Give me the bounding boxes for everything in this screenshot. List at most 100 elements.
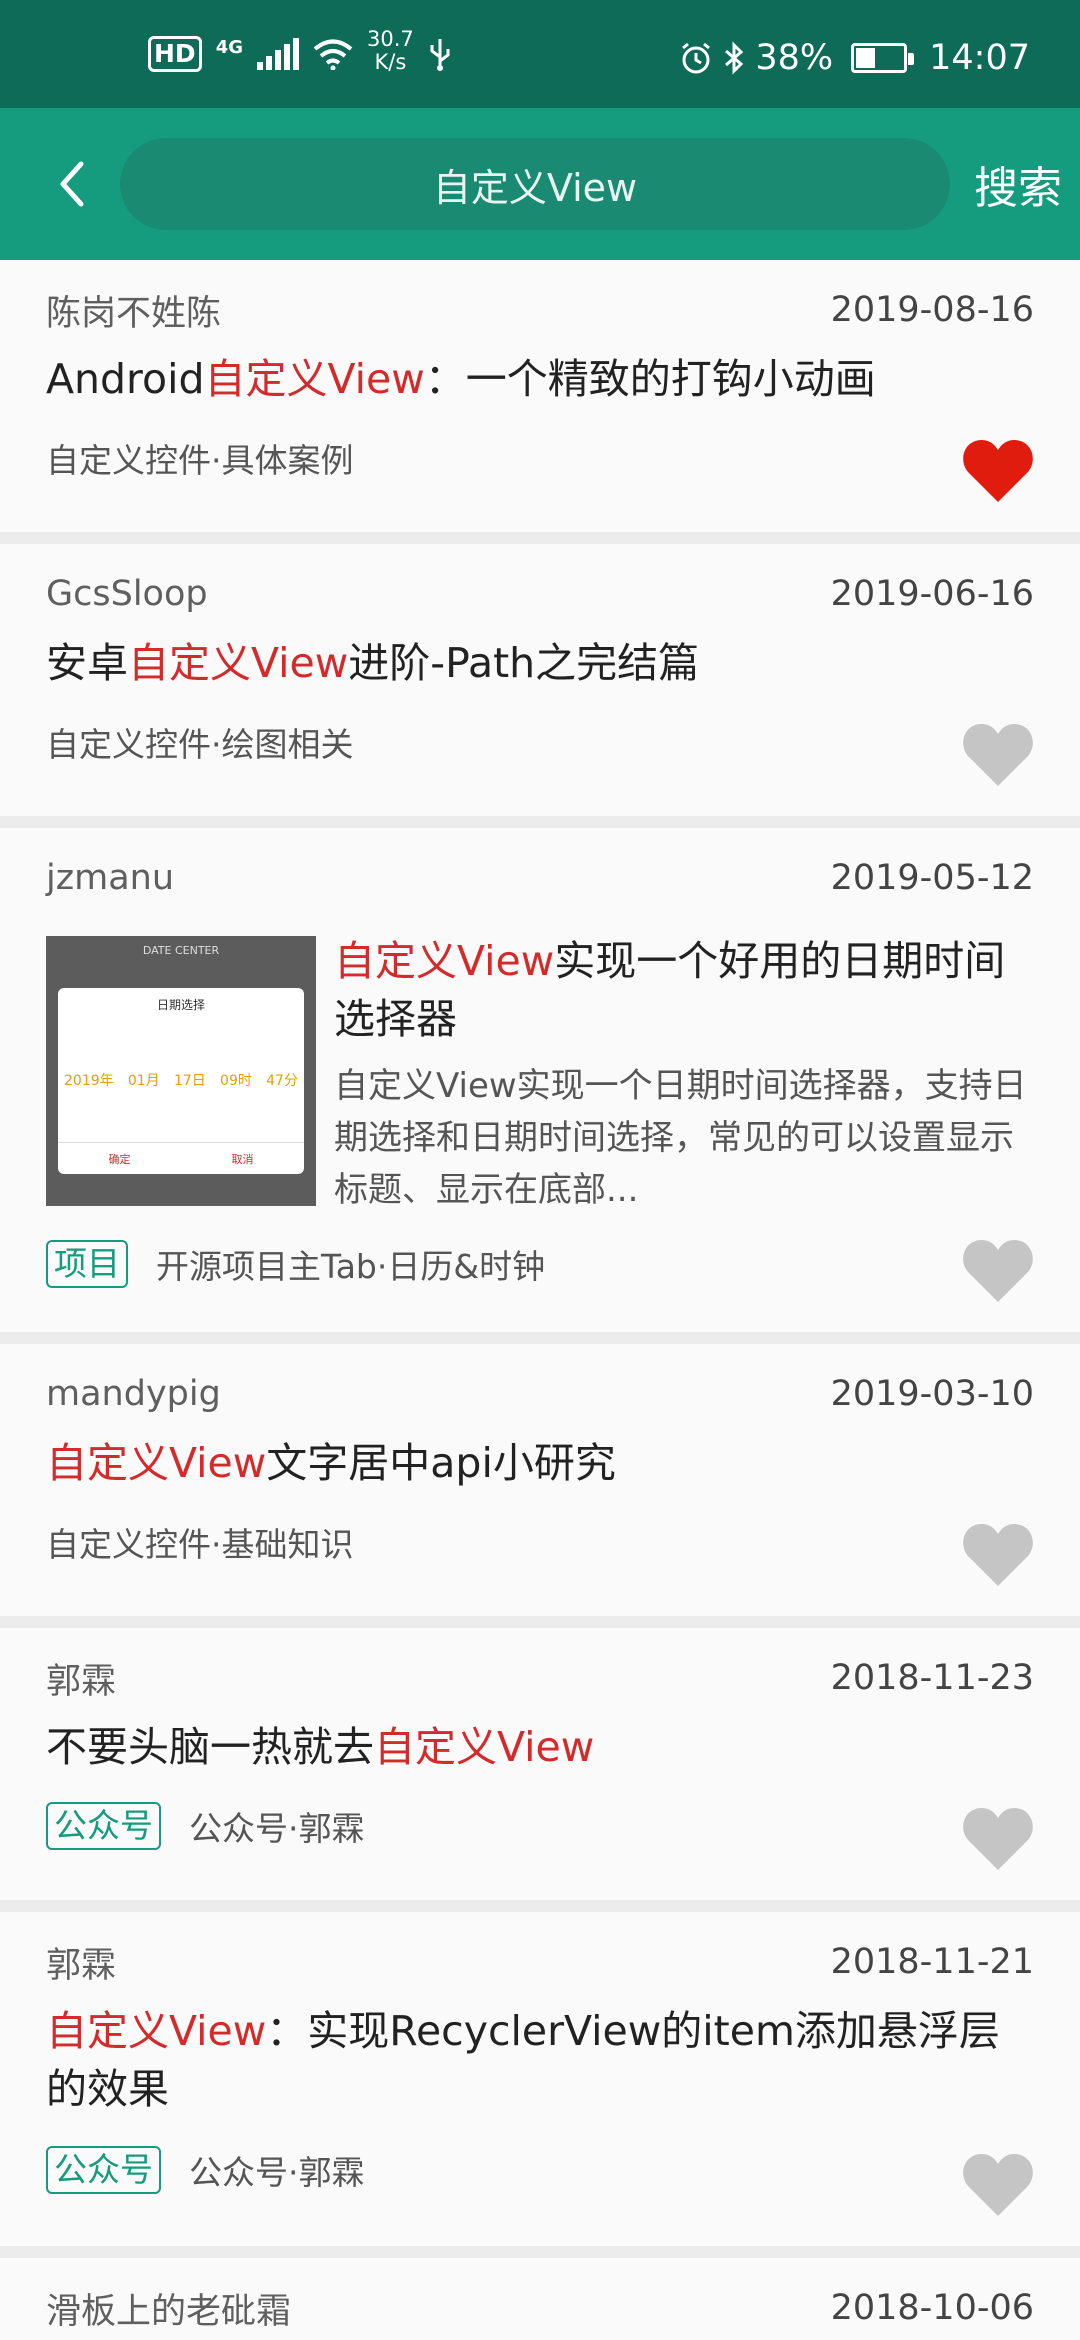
status-right: 38% 14:07 (679, 38, 1030, 78)
thumb-panel-title: 日期选择 (156, 998, 205, 1012)
clock: 14:07 (929, 38, 1030, 78)
tag-badge[interactable]: 项目 (46, 1240, 128, 1288)
author-name: jzmanu (46, 858, 175, 898)
battery-icon (851, 43, 915, 73)
article-card[interactable]: mandypig 2019-03-10 自定义View文字居中api小研究 自定… (0, 1344, 1080, 1616)
card-footer: 自定义控件·具体案例 (46, 408, 1034, 508)
publish-date: 2019-05-12 (830, 858, 1034, 898)
author-name: mandypig (46, 1374, 221, 1414)
title-text: 进阶-Path之完结篇 (348, 639, 700, 687)
publish-date: 2018-10-06 (830, 2288, 1034, 2328)
article-card[interactable]: 滑板上的老砒霜 2018-10-06 (0, 2258, 1080, 2340)
signal-icon (257, 38, 299, 70)
publish-date: 2018-11-23 (830, 1658, 1034, 1698)
publish-date: 2019-03-10 (830, 1374, 1034, 1414)
title-text: 不要头脑一热就去 (46, 1723, 374, 1771)
thumb-value: 09时 (220, 1073, 252, 1089)
article-description: 自定义View实现一个日期时间选择器，支持日期选择和日期时间选择，常见的可以设置… (334, 1066, 1027, 1210)
search-field[interactable] (120, 138, 950, 230)
title-highlight: 自定义View (374, 1723, 595, 1771)
chevron-left-icon (60, 161, 84, 207)
card-footer: 公众号 公众号·郭霖 (46, 2118, 1034, 2222)
thumb-value: 47分 (266, 1073, 298, 1089)
title-highlight: 自定义View (204, 355, 425, 403)
search-button[interactable]: 搜索 (974, 152, 1062, 216)
title-highlight: 自定义View (128, 639, 349, 687)
heart-icon[interactable] (962, 2152, 1034, 2218)
heart-icon[interactable] (962, 1806, 1034, 1872)
article-title[interactable]: 安卓自定义View进阶-Path之完结篇 (46, 634, 1034, 692)
speed-value: 30.7 (367, 27, 414, 51)
chapter-label: 自定义控件·具体案例 (46, 441, 354, 480)
publish-date: 2019-06-16 (830, 574, 1034, 614)
chapter-label: 公众号·郭霖 (189, 2153, 365, 2192)
chapter-label: 自定义控件·基础知识 (46, 1525, 354, 1564)
article-title[interactable]: 自定义View实现一个好用的日期时间选择器 (334, 932, 1034, 1048)
wifi-icon (313, 39, 353, 70)
thumb-value: 17日 (173, 1073, 206, 1089)
card-header: 郭霖 2018-11-21 (46, 1912, 1034, 2002)
status-bar: HD 4G 30.7 K/s 38% 14:07 (0, 0, 1080, 108)
card-body: DATE CENTER 日期选择 2019年 01月 17日 09时 47分 确… (46, 936, 1034, 1216)
article-card[interactable]: GcsSloop 2019-06-16 安卓自定义View进阶-Path之完结篇… (0, 544, 1080, 816)
card-header: 陈岗不姓陈 2019-08-16 (46, 260, 1034, 350)
card-header: jzmanu 2019-05-12 (46, 828, 1034, 918)
title-highlight: 自定义View (46, 2007, 267, 2055)
article-card[interactable]: 陈岗不姓陈 2019-08-16 Android自定义View：一个精致的打钩小… (0, 260, 1080, 532)
title-text: Android (46, 355, 205, 403)
usb-icon (430, 39, 450, 71)
card-footer: 自定义控件·基础知识 (46, 1492, 1034, 1592)
heart-icon[interactable] (962, 1522, 1034, 1588)
heart-icon[interactable] (962, 438, 1034, 504)
thumb-confirm: 确定 (108, 1152, 131, 1166)
article-card[interactable]: 郭霖 2018-11-21 自定义View：实现RecyclerView的ite… (0, 1912, 1080, 2246)
thumb-cancel: 取消 (231, 1152, 254, 1166)
author-name: 陈岗不姓陈 (46, 293, 222, 334)
chapter-label: 公众号·郭霖 (189, 1809, 365, 1848)
card-header: 郭霖 2018-11-23 (46, 1628, 1034, 1718)
title-highlight: 自定义View (334, 937, 555, 985)
card-header: mandypig 2019-03-10 (46, 1344, 1034, 1434)
article-card[interactable]: jzmanu 2019-05-12 DATE CENTER 日期选择 2019年… (0, 828, 1080, 1332)
title-text: 文字居中api小研究 (266, 1439, 616, 1487)
alarm-icon (682, 42, 711, 74)
heart-icon[interactable] (962, 722, 1034, 788)
toolbar: 搜索 (0, 108, 1080, 260)
tag-badge[interactable]: 公众号 (46, 1802, 161, 1850)
back-button[interactable] (40, 152, 104, 216)
author-name: 郭霖 (46, 1945, 117, 1986)
search-input[interactable] (120, 138, 950, 230)
article-list: 陈岗不姓陈 2019-08-16 Android自定义View：一个精致的打钩小… (0, 260, 1080, 2340)
title-highlight: 自定义View (46, 1439, 267, 1487)
title-text: ：一个精致的打钩小动画 (424, 355, 876, 403)
chapter-label: 开源项目主Tab·日历&时钟 (156, 1247, 546, 1286)
thumb-value: 2019年 (64, 1073, 114, 1089)
title-text: 安卓 (46, 639, 128, 687)
network-speed: 30.7 K/s (367, 28, 414, 74)
card-footer: 自定义控件·绘图相关 (46, 692, 1034, 792)
article-title[interactable]: 不要头脑一热就去自定义View (46, 1718, 1034, 1776)
card-side: 自定义View实现一个好用的日期时间选择器 自定义View实现一个日期时间选择器… (334, 936, 1034, 1216)
thumb-value: 01月 (127, 1073, 160, 1089)
tag-badge[interactable]: 公众号 (46, 2146, 161, 2194)
card-footer: 项目 开源项目主Tab·日历&时钟 (46, 1216, 1034, 1312)
article-title[interactable]: 自定义View文字居中api小研究 (46, 1434, 1034, 1492)
thumbnail-image[interactable]: DATE CENTER 日期选择 2019年 01月 17日 09时 47分 确… (46, 936, 316, 1206)
card-header: 滑板上的老砒霜 2018-10-06 (46, 2258, 1034, 2340)
article-title[interactable]: Android自定义View：一个精致的打钩小动画 (46, 350, 1034, 408)
thumb-title: DATE CENTER (142, 944, 220, 957)
publish-date: 2018-11-21 (830, 1942, 1034, 1982)
author-name: 郭霖 (46, 1661, 117, 1702)
chapter-label: 自定义控件·绘图相关 (46, 725, 354, 764)
hd-indicator: HD (148, 36, 202, 72)
battery-percent: 38% (755, 38, 834, 78)
status-left: HD 4G 30.7 K/s (148, 28, 452, 74)
thumb-panel: 日期选择 2019年 01月 17日 09时 47分 确定 取消 (58, 988, 304, 1174)
network-type: 4G (215, 36, 243, 58)
heart-icon[interactable] (962, 1238, 1034, 1304)
speed-unit: K/s (374, 50, 407, 74)
article-title[interactable]: 自定义View：实现RecyclerView的item添加悬浮层的效果 (46, 2002, 1034, 2118)
article-card[interactable]: 郭霖 2018-11-23 不要头脑一热就去自定义View 公众号 公众号·郭霖 (0, 1628, 1080, 1900)
publish-date: 2019-08-16 (830, 290, 1034, 330)
card-header: GcsSloop 2019-06-16 (46, 544, 1034, 634)
